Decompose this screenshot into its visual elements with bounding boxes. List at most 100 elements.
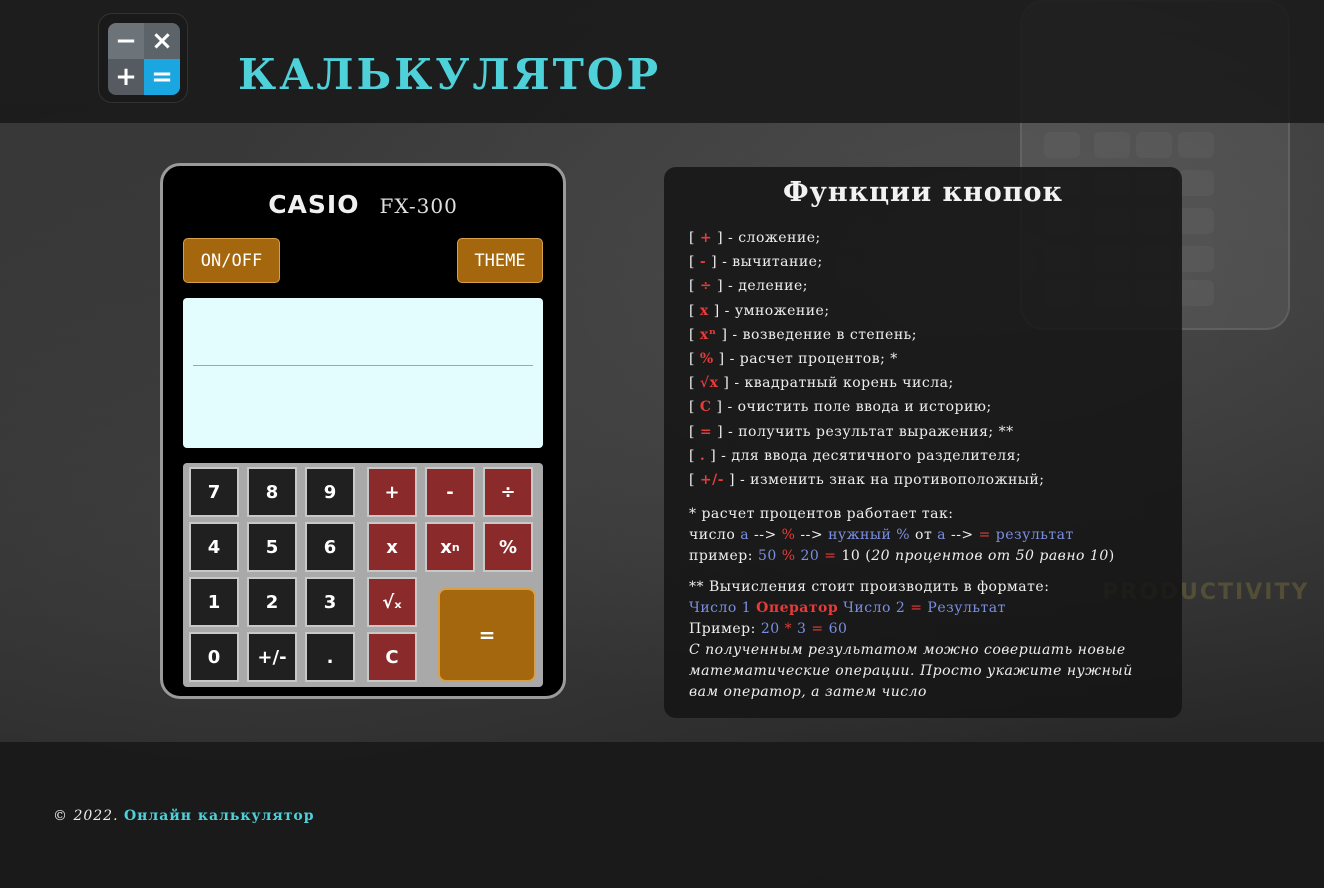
percent-note: * расчет процентов работает так: число a…: [689, 504, 1157, 567]
list-item: [ C ] - очистить поле ввода и историю;: [689, 399, 992, 416]
key-0[interactable]: 0: [189, 632, 239, 682]
help-symbol: .: [699, 447, 706, 464]
list-item: [ x ] - умножение;: [689, 302, 830, 319]
help-text: - деление;: [723, 278, 808, 295]
help-symbol: -: [699, 254, 707, 271]
site-header: − × + = КАЛЬКУЛЯТОР: [0, 0, 1324, 123]
plus-icon: +: [108, 59, 144, 95]
help-symbol: xⁿ: [699, 326, 717, 343]
key-9[interactable]: 9: [305, 467, 355, 517]
help-title: Функции кнопок: [782, 177, 1064, 208]
keypad: 7 8 9 + - ÷ 4 5 6 x xn % 1 2 3 √ₓ 0 +/- …: [183, 463, 543, 687]
note-arrow: -->: [946, 527, 979, 544]
note-var: a: [740, 527, 750, 544]
key-sign[interactable]: +/-: [247, 632, 297, 682]
key-7[interactable]: 7: [189, 467, 239, 517]
help-symbol: +: [699, 230, 713, 246]
list-item: [ √x ] - квадратный корень числа;: [689, 375, 954, 392]
note-text: число: [689, 527, 741, 544]
list-item: [ % ] - расчет процентов; *: [689, 351, 898, 368]
format-note-formula: Число 1 Оператор Число 2 = Результат: [689, 598, 1157, 619]
note-arrow: -->: [749, 527, 782, 544]
note-arrow: -->: [795, 527, 829, 544]
note-op: %: [781, 548, 796, 565]
key-plus[interactable]: +: [367, 467, 417, 517]
note-var: a: [937, 527, 947, 544]
percent-note-heading: * расчет процентов работает так:: [689, 506, 954, 523]
note-var: результат: [990, 527, 1074, 544]
note-var: Результат: [922, 600, 1006, 617]
copyright: © 2022. Онлайн калькулятор: [53, 808, 315, 824]
key-sqrt[interactable]: √ₓ: [367, 577, 417, 627]
key-divide[interactable]: ÷: [483, 467, 533, 517]
calculator-display: [183, 298, 543, 448]
help-text: - квадратный корень числа;: [729, 375, 954, 392]
note-var: 3: [797, 621, 807, 638]
site-title: КАЛЬКУЛЯТОР: [238, 50, 662, 99]
help-symbol: +/-: [699, 472, 725, 489]
key-8[interactable]: 8: [247, 467, 297, 517]
help-panel: Функции кнопок [ + ] - сложение; [ - ] -…: [664, 167, 1182, 718]
format-note: ** Вычисления стоит производить в формат…: [689, 577, 1157, 703]
key-3[interactable]: 3: [305, 577, 355, 627]
minus-icon: −: [108, 23, 144, 59]
list-item: [ = ] - получить результат выражения; **: [689, 423, 1014, 440]
calculator-app-icon[interactable]: − × + =: [98, 13, 188, 103]
calculator-brand: CASIO FX-300: [163, 190, 563, 219]
format-note-description: С полученным результатом можно совершать…: [689, 642, 1133, 701]
key-multiply[interactable]: x: [367, 522, 417, 572]
help-symbol: =: [699, 423, 713, 440]
note-var: Число 1: [689, 600, 757, 617]
percent-note-formula: число a --> % --> нужный % от a --> = ре…: [689, 525, 1157, 546]
list-item: [ + ] - сложение;: [689, 230, 821, 246]
help-symbol: C: [699, 399, 712, 416]
note-text: ): [1108, 548, 1115, 565]
key-equals[interactable]: =: [438, 588, 536, 682]
note-op: Оператор: [756, 600, 839, 617]
theme-button[interactable]: THEME: [457, 238, 543, 283]
help-symbol: %: [699, 351, 714, 368]
key-minus[interactable]: -: [425, 467, 475, 517]
help-text: - вычитание;: [717, 254, 823, 271]
key-4[interactable]: 4: [189, 522, 239, 572]
help-text: - очистить поле ввода и историю;: [722, 399, 992, 416]
key-power-base: x: [440, 536, 452, 558]
key-1[interactable]: 1: [189, 577, 239, 627]
note-var: 20: [800, 548, 820, 565]
help-text: - расчет процентов; *: [724, 351, 898, 368]
help-symbol: √x: [699, 375, 719, 392]
format-note-example: Пример: 20 * 3 = 60: [689, 619, 1157, 640]
note-italic: 20 процентов от 50 равно 10: [871, 548, 1109, 565]
key-6[interactable]: 6: [305, 522, 355, 572]
note-op: %: [781, 527, 796, 544]
key-power[interactable]: xn: [425, 522, 475, 572]
note-text: 10 (: [836, 548, 872, 565]
key-percent[interactable]: %: [483, 522, 533, 572]
key-clear[interactable]: C: [367, 632, 417, 682]
help-text: - сложение;: [723, 230, 821, 246]
note-op: =: [811, 621, 824, 638]
key-dot[interactable]: .: [305, 632, 355, 682]
key-5[interactable]: 5: [247, 522, 297, 572]
help-text: - возведение в степень;: [727, 326, 918, 343]
percent-note-example: пример: 50 % 20 = 10 (20 процентов от 50…: [689, 546, 1157, 567]
brand-name: CASIO: [268, 190, 360, 219]
key-2[interactable]: 2: [247, 577, 297, 627]
footer-link[interactable]: Онлайн калькулятор: [124, 808, 315, 824]
help-text: - для ввода десятичного разделителя;: [716, 447, 1022, 464]
note-var: 20: [760, 621, 780, 638]
model-name: FX-300: [379, 194, 458, 218]
help-text: - изменить знак на противоположный;: [735, 472, 1045, 489]
list-item: [ - ] - вычитание;: [689, 254, 823, 271]
equals-icon: =: [144, 59, 180, 95]
on-off-button[interactable]: ON/OFF: [183, 238, 280, 283]
list-item: [ . ] - для ввода десятичного разделител…: [689, 447, 1022, 464]
copyright-year: © 2022.: [53, 808, 119, 824]
list-item: [ ÷ ] - деление;: [689, 278, 808, 295]
key-power-exponent: n: [451, 540, 460, 554]
help-symbol: x: [699, 302, 709, 319]
help-text: - получить результат выражения; **: [723, 423, 1014, 440]
note-text: Пример:: [689, 621, 761, 638]
note-op: =: [978, 527, 991, 544]
note-op: =: [824, 548, 837, 565]
